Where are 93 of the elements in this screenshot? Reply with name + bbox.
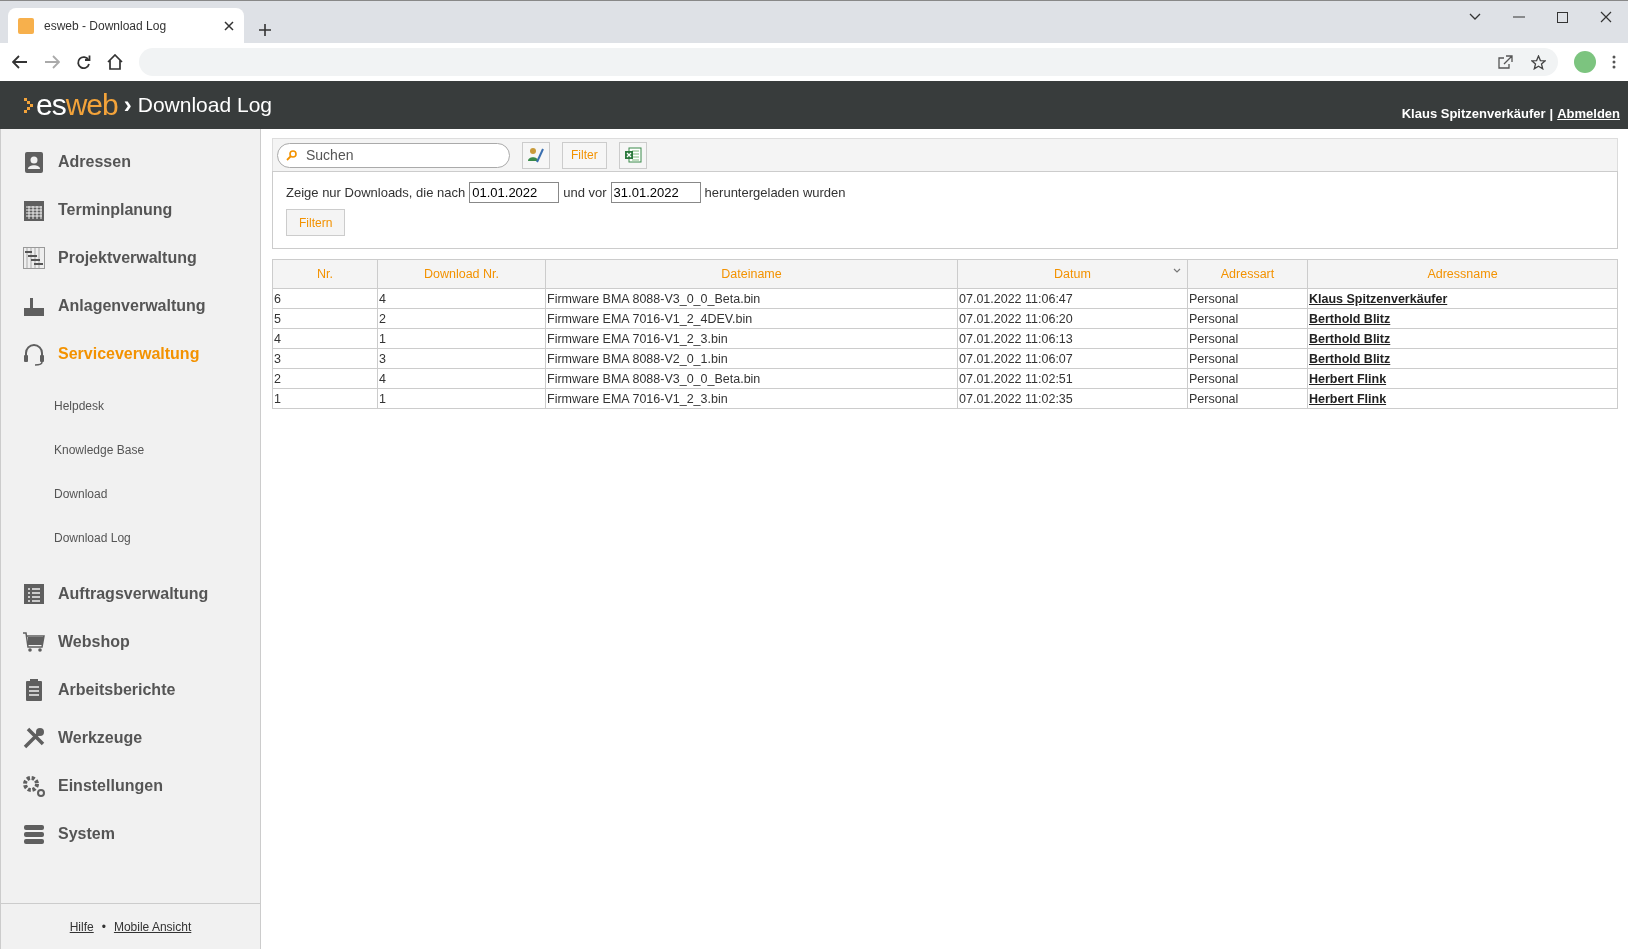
new-tab-icon[interactable] bbox=[258, 23, 272, 37]
table-cell: Personal bbox=[1187, 348, 1308, 369]
back-arrow-icon[interactable] bbox=[12, 55, 28, 69]
user-name: Klaus Spitzenverkäufer bbox=[1401, 106, 1546, 121]
gantt-chart-icon bbox=[22, 246, 46, 270]
sidebar-item[interactable]: Arbeitsberichte bbox=[1, 666, 260, 714]
chevron-down-icon[interactable] bbox=[1469, 13, 1481, 21]
table-cell: Firmware BMA 8088-V2_0_1.bin bbox=[545, 348, 958, 369]
from-date-field[interactable]: 01.01.2022 bbox=[469, 182, 560, 203]
tab-title: esweb - Download Log bbox=[44, 18, 168, 33]
table-cell: 07.01.2022 11:06:13 bbox=[957, 328, 1188, 349]
table-cell: 1 bbox=[272, 388, 378, 409]
table-cell: 07.01.2022 11:02:51 bbox=[957, 368, 1188, 389]
table-cell: Personal bbox=[1187, 328, 1308, 349]
person-pencil-icon bbox=[527, 146, 545, 164]
star-icon[interactable] bbox=[1531, 54, 1546, 70]
server-stack-icon bbox=[22, 822, 46, 846]
table-cell: 07.01.2022 11:06:07 bbox=[957, 348, 1188, 369]
sidebar-item[interactable]: Projektverwaltung bbox=[1, 234, 260, 282]
share-icon[interactable] bbox=[1498, 55, 1513, 69]
logo-arrows-icon bbox=[24, 97, 34, 113]
sidebar-item[interactable]: Anlagenverwaltung bbox=[1, 282, 260, 330]
sort-chevron-icon bbox=[1173, 268, 1181, 273]
table-cell: 4 bbox=[272, 328, 378, 349]
address-name-link[interactable]: Berthold Blitz bbox=[1309, 331, 1391, 346]
reload-icon[interactable] bbox=[76, 54, 91, 70]
page-title: Download Log bbox=[137, 93, 272, 117]
table-cell: Firmware BMA 8088-V3_0_0_Beta.bin bbox=[545, 368, 958, 389]
sidebar-subitem[interactable]: Knowledge Base bbox=[1, 428, 260, 472]
sidebar-subitem[interactable]: Helpdesk bbox=[1, 384, 260, 428]
excel-export-button[interactable] bbox=[618, 141, 647, 169]
table-cell: 2 bbox=[377, 308, 546, 329]
table-cell: 2 bbox=[272, 368, 378, 389]
sidebar-item[interactable]: Werkzeuge bbox=[1, 714, 260, 762]
sidebar-item[interactable]: Adressen bbox=[1, 138, 260, 186]
table-cell: Firmware EMA 7016-V1_2_3.bin bbox=[545, 328, 958, 349]
breadcrumb-separator: › bbox=[123, 91, 132, 119]
table-cell: 1 bbox=[377, 388, 546, 409]
list-icon bbox=[22, 582, 46, 606]
contact-card-icon bbox=[22, 150, 46, 174]
table-cell: Firmware EMA 7016-V1_2_4DEV.bin bbox=[545, 308, 958, 329]
table-cell: 5 bbox=[272, 308, 378, 329]
column-settings-button[interactable] bbox=[522, 141, 550, 169]
maximize-icon[interactable] bbox=[1557, 11, 1568, 23]
to-date-field[interactable]: 31.01.2022 bbox=[610, 182, 701, 203]
sidebar-item[interactable]: Auftragsverwaltung bbox=[1, 570, 260, 618]
sidebar-item[interactable]: System bbox=[1, 810, 260, 858]
sidebar-item[interactable]: Terminplanung bbox=[1, 186, 260, 234]
table-cell: Personal bbox=[1187, 308, 1308, 329]
headset-icon bbox=[22, 342, 46, 366]
table-cell: 3 bbox=[272, 348, 378, 369]
text-divider: | bbox=[1549, 106, 1554, 121]
browser-tab[interactable]: esweb - Download Log bbox=[8, 8, 244, 43]
search-field[interactable]: Suchen bbox=[277, 142, 510, 168]
tools-icon bbox=[22, 726, 46, 750]
filter-label: und vor bbox=[563, 185, 607, 200]
table-cell: 3 bbox=[377, 348, 546, 369]
table-cell: Firmware BMA 8088-V3_0_0_Beta.bin bbox=[545, 288, 958, 309]
table-cell: 07.01.2022 11:06:20 bbox=[957, 308, 1188, 329]
table-cell: 1 bbox=[377, 328, 546, 349]
filter-label: heruntergeladen wurden bbox=[704, 185, 846, 200]
address-name-link[interactable]: Herbert Flink bbox=[1309, 391, 1387, 406]
table-cell: 4 bbox=[377, 288, 546, 309]
shopping-cart-icon bbox=[22, 630, 46, 654]
address-name-link[interactable]: Berthold Blitz bbox=[1309, 311, 1391, 326]
table-cell: Personal bbox=[1187, 288, 1308, 309]
logo-text[interactable]: esweb bbox=[36, 88, 118, 122]
spreadsheet-icon bbox=[623, 147, 642, 163]
sidebar-item[interactable]: Webshop bbox=[1, 618, 260, 666]
favicon-icon bbox=[18, 17, 34, 34]
table-cell: 6 bbox=[272, 288, 378, 309]
table-cell: Personal bbox=[1187, 388, 1308, 409]
calendar-icon bbox=[22, 198, 46, 222]
sidebar-item[interactable]: Einstellungen bbox=[1, 762, 260, 810]
address-name-link[interactable]: Herbert Flink bbox=[1309, 371, 1387, 386]
search-icon bbox=[286, 149, 297, 161]
table-cell: 07.01.2022 11:02:35 bbox=[957, 388, 1188, 409]
sidebar-subitem[interactable]: Download bbox=[1, 472, 260, 516]
home-icon[interactable] bbox=[107, 54, 123, 70]
close-icon[interactable] bbox=[224, 20, 234, 31]
filter-label: Zeige nur Downloads, die nach bbox=[286, 185, 466, 200]
table-cell: 07.01.2022 11:06:47 bbox=[957, 288, 1188, 309]
table-cell: Personal bbox=[1187, 368, 1308, 389]
close-icon[interactable] bbox=[1600, 11, 1612, 23]
bullet-separator: • bbox=[101, 919, 106, 934]
address-name-link[interactable]: Berthold Blitz bbox=[1309, 351, 1391, 366]
mobile-view-link[interactable]: Mobile Ansicht bbox=[113, 919, 192, 934]
help-link[interactable]: Hilfe bbox=[69, 919, 94, 934]
sidebar-subitem[interactable]: Download Log bbox=[1, 516, 260, 560]
table-cell: Firmware EMA 7016-V1_2_3.bin bbox=[545, 388, 958, 409]
logout-link[interactable]: Abmelden bbox=[1557, 106, 1620, 121]
menu-icon[interactable] bbox=[1612, 55, 1616, 69]
table-cell: 4 bbox=[377, 368, 546, 389]
